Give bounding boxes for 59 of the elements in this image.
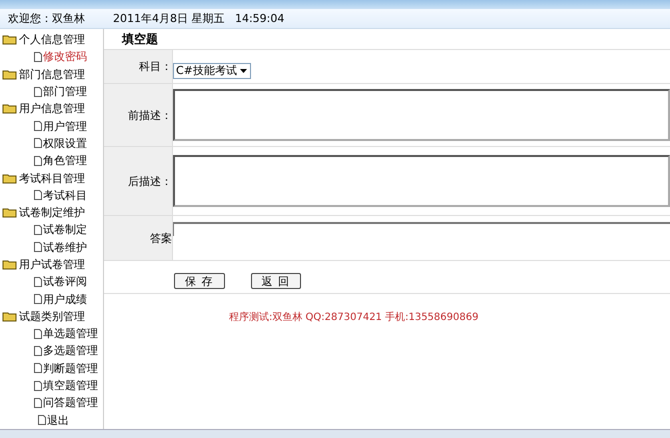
menu-group[interactable]: 部门信息管理: [19, 66, 85, 82]
menu-item[interactable]: 填空题管理: [43, 378, 98, 394]
menu-item[interactable]: 权限设置: [43, 136, 87, 151]
folder-icon: [2, 259, 18, 270]
save-button[interactable]: 保 存: [174, 273, 224, 289]
menu-item[interactable]: 角色管理: [43, 153, 87, 168]
date-time: 2011年4月8日 星期五 14:59:04: [113, 11, 284, 26]
document-icon: [34, 224, 42, 235]
field-label: 答案: [104, 216, 173, 260]
document-icon: [34, 52, 42, 62]
document-icon: [34, 294, 42, 304]
menu-item[interactable]: 试卷维护: [43, 240, 87, 255]
description-field[interactable]: [173, 155, 670, 207]
back-button[interactable]: 返 回: [250, 273, 301, 289]
document-icon: [34, 346, 42, 356]
document-icon: [34, 190, 42, 200]
footer-text: 程序测试:双鱼林 QQ:287307421 手机:13558690869: [228, 310, 480, 324]
menu-item[interactable]: 单选题管理: [43, 326, 98, 342]
document-icon: [34, 242, 42, 252]
folder-icon: [2, 34, 18, 46]
menu-group[interactable]: 考试科目管理: [19, 170, 85, 186]
document-icon: [34, 276, 42, 287]
folder-icon: [2, 310, 18, 322]
menu-group[interactable]: 个人信息管理: [19, 32, 85, 48]
description-field[interactable]: [173, 89, 670, 141]
menu-item[interactable]: 退出: [47, 412, 69, 428]
folder-icon: [2, 207, 18, 218]
menu-item[interactable]: 用户成绩: [43, 292, 87, 307]
folder-icon: [2, 68, 18, 80]
answer-field[interactable]: [173, 222, 670, 236]
document-icon: [34, 398, 42, 408]
menu-item[interactable]: 多选题管理: [43, 343, 98, 358]
document-icon: [34, 156, 42, 166]
field-label: 后描述：: [104, 147, 173, 215]
menu-item[interactable]: 用户管理: [43, 118, 87, 134]
menu-group[interactable]: 用户信息管理: [19, 101, 85, 116]
menu-item[interactable]: 问答题管理: [43, 395, 98, 410]
field-label: 科目：: [104, 50, 173, 83]
menu-group[interactable]: 试题类别管理: [19, 308, 85, 324]
menu-item[interactable]: 试卷评阅: [43, 274, 87, 290]
menu-group[interactable]: 用户试卷管理: [19, 257, 85, 272]
menu-item[interactable]: 考试科目: [43, 188, 87, 203]
document-icon: [34, 380, 42, 391]
document-icon: [34, 86, 42, 97]
document-icon: [34, 363, 42, 374]
field-label: 前描述：: [104, 84, 173, 146]
menu-item[interactable]: 试卷制定: [43, 222, 87, 238]
menu-item[interactable]: 判断题管理: [43, 360, 98, 376]
document-icon: [34, 121, 42, 132]
folder-icon: [2, 103, 18, 114]
menu-item[interactable]: 部门管理: [43, 84, 87, 100]
document-icon: [34, 138, 42, 148]
subject-select[interactable]: C#技能考试: [173, 62, 251, 78]
folder-icon: [2, 172, 18, 184]
menu-group[interactable]: 试卷制定维护: [19, 205, 85, 220]
document-icon: [38, 415, 46, 426]
welcome-text: 欢迎您：双鱼林: [8, 11, 85, 26]
document-icon: [34, 328, 42, 339]
menu-item[interactable]: 修改密码: [43, 49, 87, 64]
